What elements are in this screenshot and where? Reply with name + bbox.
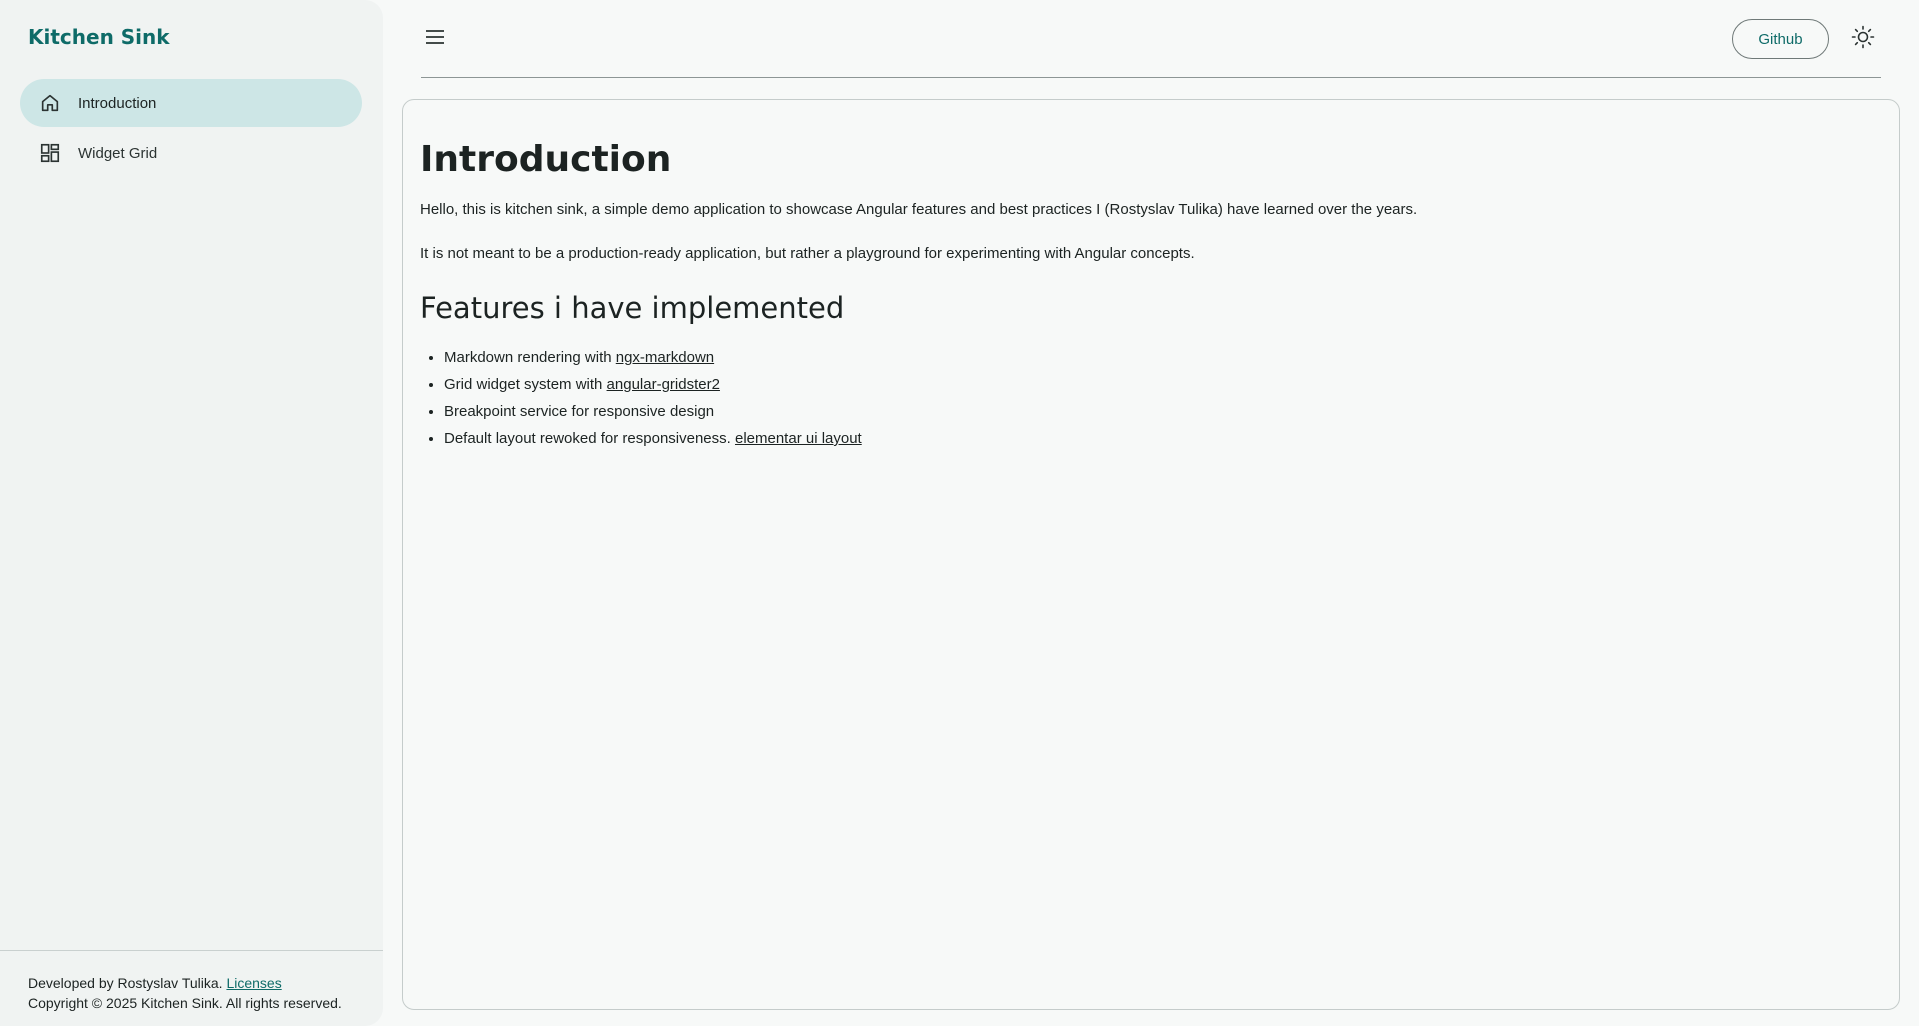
angular-gridster2-link[interactable]: angular-gridster2 (607, 376, 720, 393)
top-divider (421, 77, 1881, 78)
menu-toggle-button[interactable] (415, 20, 455, 58)
developer-text: Developed by Rostyslav Tulika. (28, 975, 223, 991)
home-icon (38, 91, 62, 115)
feature-text: Default layout rewoked for responsivenes… (444, 430, 735, 447)
github-button[interactable]: Github (1732, 19, 1829, 59)
developer-credit: Developed by Rostyslav Tulika. Licenses (28, 973, 383, 993)
list-item: Default layout rewoked for responsivenes… (444, 425, 862, 452)
sidebar-item-introduction[interactable]: Introduction (20, 79, 362, 127)
sidebar-footer: Developed by Rostyslav Tulika. Licenses … (0, 950, 383, 1013)
list-item: Grid widget system with angular-gridster… (444, 371, 862, 398)
sidebar: Kitchen Sink Introduction Widget Grid De… (0, 0, 383, 1026)
hamburger-menu-icon (425, 29, 445, 50)
list-item: Breakpoint service for responsive design (444, 398, 862, 425)
content-card: Introduction Hello, this is kitchen sink… (402, 99, 1900, 1010)
sidebar-item-label: Widget Grid (78, 144, 158, 162)
elementar-ui-layout-link[interactable]: elementar ui layout (735, 430, 862, 447)
app-root: Kitchen Sink Introduction Widget Grid De… (0, 0, 1919, 1026)
copyright-text: Copyright © 2025 Kitchen Sink. All right… (28, 995, 342, 1011)
ngx-markdown-link[interactable]: ngx-markdown (616, 349, 714, 366)
top-bar: Github (383, 0, 1919, 78)
sidebar-item-label: Introduction (78, 94, 157, 112)
sun-icon (1851, 25, 1875, 54)
grid-icon (38, 141, 62, 165)
feature-text: Markdown rendering with (444, 349, 616, 366)
disclaimer-paragraph: It is not meant to be a production-ready… (420, 245, 1195, 262)
intro-paragraph: Hello, this is kitchen sink, a simple de… (420, 201, 1418, 218)
list-item: Markdown rendering with ngx-markdown (444, 344, 862, 371)
sidebar-nav: Introduction Widget Grid (20, 79, 362, 179)
page-title: Introduction (420, 139, 672, 180)
feature-text: Grid widget system with (444, 376, 607, 393)
theme-toggle-button[interactable] (1843, 19, 1883, 59)
features-list: Markdown rendering with ngx-markdown Gri… (444, 344, 862, 452)
feature-text: Breakpoint service for responsive design (444, 403, 715, 420)
licenses-link[interactable]: Licenses (226, 975, 281, 991)
brand-title: Kitchen Sink (28, 25, 170, 49)
features-heading: Features i have implemented (420, 291, 845, 325)
sidebar-item-widget-grid[interactable]: Widget Grid (20, 129, 362, 177)
